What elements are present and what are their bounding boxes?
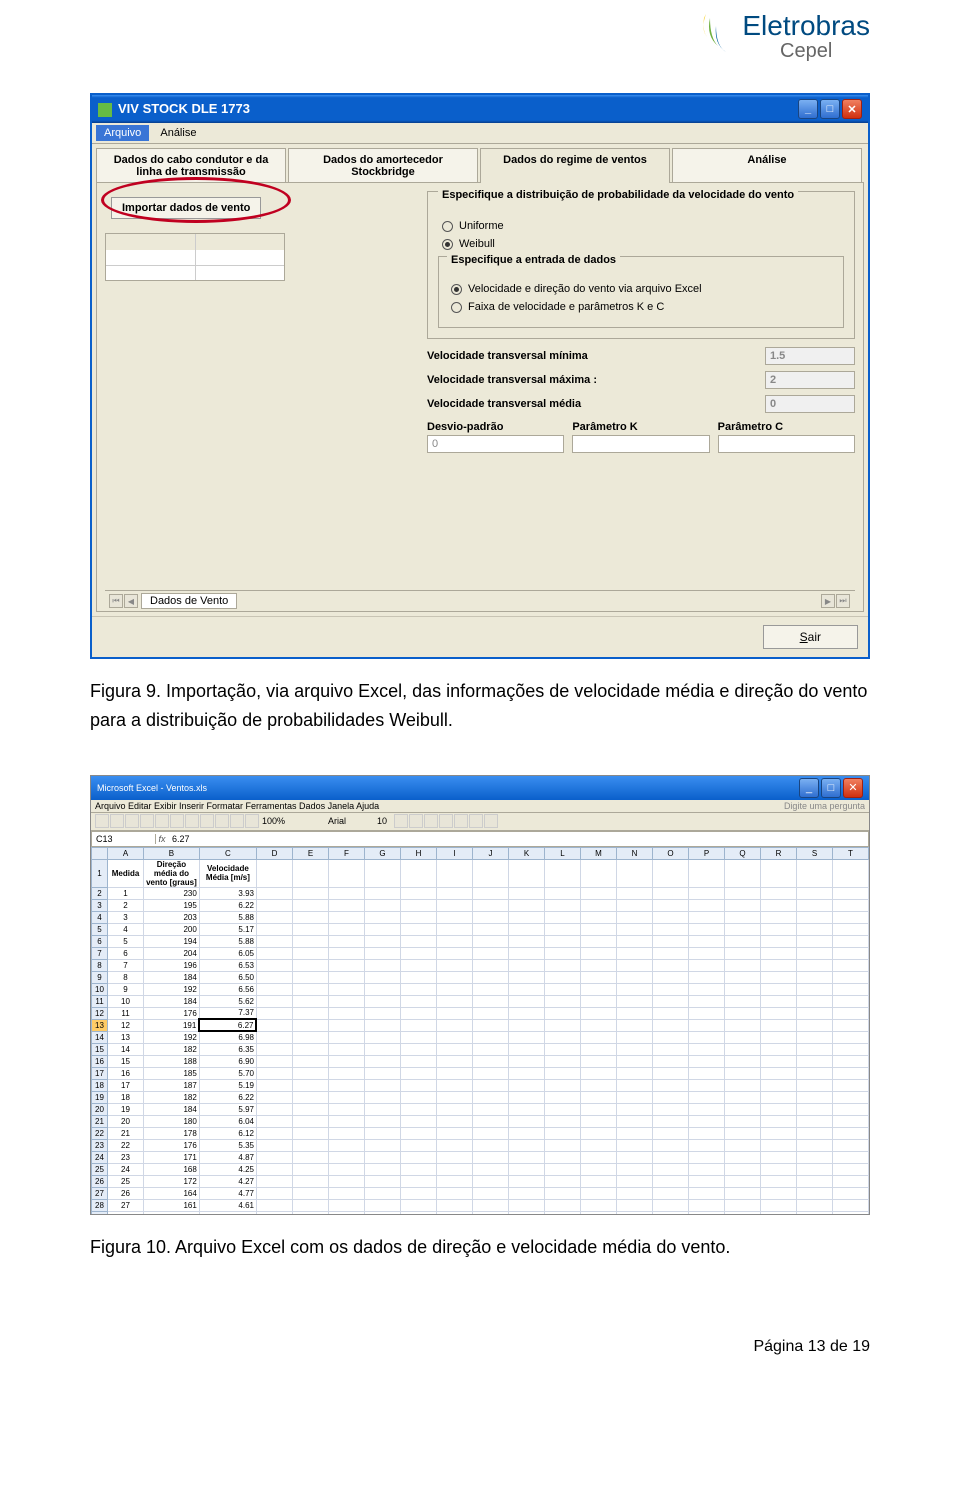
excel-menubar[interactable]: Arquivo Editar Exibir Inserir Formatar F… (91, 800, 869, 813)
legend-entrada: Especifique a entrada de dados (447, 254, 620, 266)
figure-9-caption: Figura 9. Importação, via arquivo Excel,… (90, 677, 870, 735)
label-vt-min: Velocidade transversal mínima (427, 350, 765, 362)
page-header: Eletrobras Cepel (90, 10, 870, 63)
excel-titlebar: Microsoft Excel - Ventos.xls _ □ ✕ (91, 776, 869, 800)
input-vt-min[interactable]: 1.5 (765, 347, 855, 365)
radio-weibull[interactable]: Weibull (442, 238, 844, 250)
page-footer: Página 13 de 19 (90, 1338, 870, 1356)
sheet-nav-next-icon[interactable]: ▶ (821, 594, 835, 608)
fieldset-entrada: Especifique a entrada de dados Velocidad… (438, 256, 844, 328)
input-pc[interactable] (718, 435, 855, 453)
sheet-nav-last-icon[interactable]: ⏭ (836, 594, 850, 608)
fieldset-distribuicao: Especifique a distribuição de probabilid… (427, 191, 855, 339)
input-vt-med[interactable]: 0 (765, 395, 855, 413)
tab-content: Importar dados de vento Especifique a di… (96, 182, 864, 612)
radio-via-excel[interactable]: Velocidade e direção do vento via arquiv… (451, 283, 835, 295)
logo-sub: Cepel (742, 40, 870, 63)
excel-min-icon[interactable]: _ (799, 778, 819, 798)
close-button[interactable]: ✕ (842, 99, 862, 119)
col-dp: Desvio-padrão 0 (427, 421, 564, 453)
sheet-nav-prev-icon[interactable]: ◀ (124, 594, 138, 608)
row-vt-med: Velocidade transversal média 0 (427, 395, 855, 413)
excel-max-icon[interactable]: □ (821, 778, 841, 798)
excel-cell-value[interactable]: 6.27 (168, 834, 864, 844)
tab-amortecedor[interactable]: Dados do amortecedor Stockbridge (288, 148, 478, 183)
excel-toolbar-1[interactable]: 100% Arial 10 (91, 813, 869, 831)
legend-dist: Especifique a distribuição de probabilid… (438, 189, 798, 201)
radio-faixa[interactable]: Faixa de velocidade e parâmetros K e C (451, 301, 835, 313)
titlebar[interactable]: VIV STOCK DLE 1773 _ □ ✕ (92, 95, 868, 123)
window-title: VIV STOCK DLE 1773 (118, 101, 250, 116)
row-vt-max: Velocidade transversal máxima : 2 (427, 371, 855, 389)
row-vt-min: Velocidade transversal mínima 1.5 (427, 347, 855, 365)
app-window: VIV STOCK DLE 1773 _ □ ✕ Arquivo Análise… (90, 93, 870, 659)
excel-formula-bar[interactable]: C13 fx 6.27 (91, 831, 869, 847)
tabs: Dados do cabo condutor e da linha de tra… (92, 144, 868, 182)
fx-icon[interactable]: fx (156, 834, 168, 844)
maximize-button[interactable]: □ (820, 99, 840, 119)
excel-grid[interactable]: ABCDEFGHIJKLMNOPQRST1MedidaDireção média… (91, 847, 869, 1215)
col-pc: Parâmetro C (718, 421, 855, 453)
excel-font[interactable]: Arial (328, 816, 346, 826)
excel-cell-name[interactable]: C13 (96, 834, 156, 844)
label-vt-max: Velocidade transversal máxima : (427, 374, 765, 386)
radio-uniforme[interactable]: Uniforme (442, 220, 844, 232)
input-dp[interactable]: 0 (427, 435, 564, 453)
input-vt-max[interactable]: 2 (765, 371, 855, 389)
tab-cabo[interactable]: Dados do cabo condutor e da linha de tra… (96, 148, 286, 183)
menubar[interactable]: Arquivo Análise (92, 123, 868, 144)
excel-ask-box[interactable]: Digite uma pergunta (784, 801, 865, 811)
sheet-tab-dados[interactable]: Dados de Vento (141, 593, 237, 609)
excel-close-icon[interactable]: ✕ (843, 778, 863, 798)
menu-analise[interactable]: Análise (152, 125, 204, 141)
sheet-nav-first-icon[interactable]: ⏮ (109, 594, 123, 608)
window-footer: Sair (92, 616, 868, 657)
logo-brand: Eletrobras (742, 10, 870, 42)
tab-analise[interactable]: Análise (672, 148, 862, 183)
label-pk: Parâmetro K (572, 421, 709, 433)
excel-screenshot: Microsoft Excel - Ventos.xls _ □ ✕ Arqui… (90, 775, 870, 1215)
eletrobras-logo-icon (696, 12, 732, 61)
tab-ventos[interactable]: Dados do regime de ventos (480, 148, 670, 183)
excel-title-text: Microsoft Excel - Ventos.xls (97, 783, 207, 793)
label-pc: Parâmetro C (718, 421, 855, 433)
sheet-tabs: ⏮ ◀ Dados de Vento ▶ ⏭ (105, 590, 855, 611)
menu-arquivo[interactable]: Arquivo (96, 125, 149, 141)
excel-fontsize[interactable]: 10 (377, 816, 387, 826)
label-dp: Desvio-padrão (427, 421, 564, 433)
data-grid-empty[interactable] (105, 233, 285, 281)
import-wind-button[interactable]: Importar dados de vento (111, 197, 261, 219)
input-pk[interactable] (572, 435, 709, 453)
minimize-button[interactable]: _ (798, 99, 818, 119)
figure-10-caption: Figura 10. Arquivo Excel com os dados de… (90, 1237, 870, 1258)
label-vt-med: Velocidade transversal média (427, 398, 765, 410)
exit-button[interactable]: Sair (763, 625, 858, 649)
col-pk: Parâmetro K (572, 421, 709, 453)
app-icon (98, 103, 112, 117)
